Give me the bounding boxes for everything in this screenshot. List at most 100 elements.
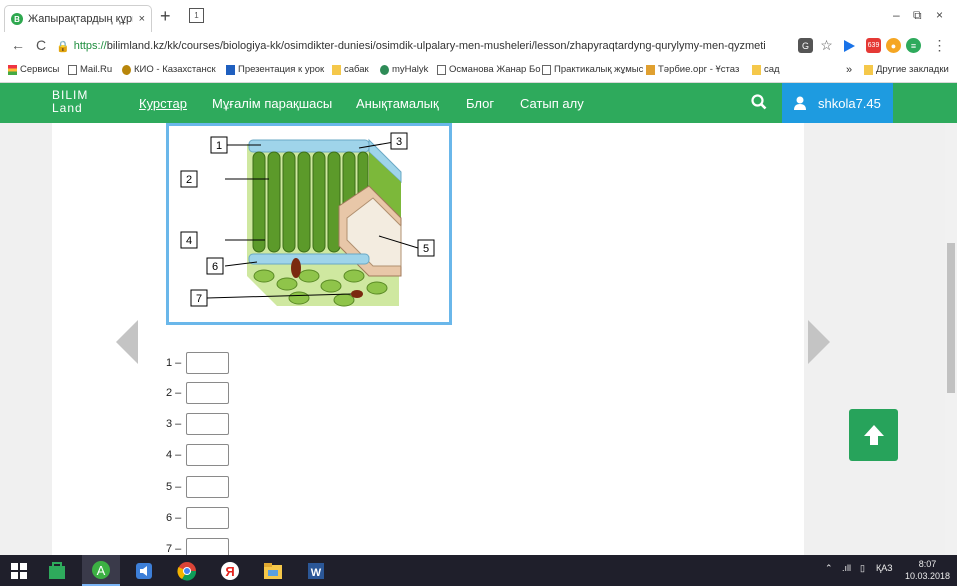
bookmark-tarbie[interactable]: Тәрбие.орг - Ұстаз [646,64,739,75]
battery-icon[interactable]: ▯ [860,563,865,574]
word-icon[interactable]: W [297,555,335,586]
folder-icon [864,64,873,75]
figure-label-3: 3 [396,136,402,148]
address-bar[interactable]: 🔒 https://bilimland.kz/kk/courses/biolog… [56,36,791,56]
chat-extension-icon[interactable]: ● [886,38,901,53]
answer-input-5[interactable] [186,476,229,498]
bookmark-sabak[interactable]: сабак [332,64,369,75]
kio-icon [122,64,131,75]
next-slide-arrow-icon[interactable] [808,320,830,364]
bilimland-logo[interactable]: BILIM Land [52,89,88,115]
bookmark-kio[interactable]: КИО - Казахстанск [122,64,216,75]
answer-input-2[interactable] [186,382,229,404]
svg-text:A: A [97,563,106,578]
leaf-structure-figure: 1 2 3 4 5 6 7 [166,123,452,325]
bilimland-favicon-icon: B [11,13,23,25]
user-icon [794,96,806,110]
tab-close-icon[interactable]: × [139,13,145,25]
browser-tab[interactable]: B Жапырақтардың құрылымы × [4,5,152,32]
windows-taskbar: A Я W ⌃ .ıll ▯ ҚАЗ 8:07 10.03.2018 [0,555,957,586]
leaf-cross-section-image: 1 2 3 4 5 6 7 [180,132,435,307]
translate-icon[interactable]: G [798,38,813,53]
tab-search-icon[interactable]: 1 [189,8,204,23]
previous-slide-arrow-icon[interactable] [116,320,138,364]
site-navbar: BILIM Land Курстар Мұғалім парақшасы Аны… [0,83,957,123]
bookmark-myhalyk[interactable]: myHalyk [380,64,428,75]
bookmark-mailru[interactable]: Mail.Ru [68,64,112,75]
file-explorer-icon[interactable] [254,555,292,586]
bookmark-services[interactable]: Сервисы [8,64,59,75]
figure-label-5: 5 [423,243,429,255]
restore-button[interactable]: ⧉ [913,8,922,23]
network-icon[interactable]: .ıll [842,563,851,573]
svg-text:Я: Я [225,564,234,579]
answer-row: 5 – [166,476,236,498]
chrome-icon[interactable] [168,555,206,586]
figure-label-7: 7 [196,293,202,305]
answer-input-1[interactable] [186,352,229,374]
figure-label-1: 1 [216,140,222,152]
answer-input-4[interactable] [186,444,229,466]
store-icon[interactable] [38,555,76,586]
url-path: /kk/courses/biologiya-kk/osimdikter-duni… [164,40,766,52]
answer-row: 4 – [166,444,236,466]
page-scrollbar[interactable] [945,123,957,555]
answer-row: 1 – [166,352,236,374]
folder-icon [752,64,761,75]
nav-buy[interactable]: Сатып алу [520,96,584,111]
url-scheme: https:// [73,40,107,52]
nav-blog[interactable]: Блог [466,96,494,111]
answer-row: 2 – [166,382,236,404]
bookmark-osmanova[interactable]: Османова Жанар Бо [437,64,540,75]
answer-row: 6 – [166,507,236,529]
figure-label-6: 6 [212,261,218,273]
scrollbar-thumb[interactable] [947,243,955,393]
apps-grid-icon [8,64,17,75]
answer-input-6[interactable] [186,507,229,529]
play-extension-icon[interactable] [841,38,856,53]
taskbar-clock[interactable]: 8:07 10.03.2018 [905,558,950,582]
new-tab-button[interactable]: + [160,7,171,25]
other-bookmarks[interactable]: Другие закладки [864,64,949,75]
yandex-browser-icon[interactable]: Я [211,555,249,586]
browser-toolbar: ← C 🔒 https://bilimland.kz/kk/courses/bi… [0,34,957,58]
halyk-icon [380,64,389,75]
speaker-app-icon[interactable] [125,555,163,586]
answer-input-3[interactable] [186,413,229,435]
browser-menu-icon[interactable]: ⋮ [932,37,947,53]
language-indicator[interactable]: ҚАЗ [876,563,893,573]
url-host: bilimland.kz [106,40,165,52]
page-icon [542,64,551,75]
nav-teacher-page[interactable]: Мұғалім парақшасы [212,96,332,111]
bookmark-practical[interactable]: Практикалық жұмыс [542,64,643,75]
figure-label-2: 2 [186,174,192,186]
app-a-icon[interactable]: A [82,555,120,586]
bookmarks-more-button[interactable]: » [846,64,852,76]
user-account-button[interactable]: shkola7.45 [782,83,893,123]
username: shkola7.45 [818,95,881,111]
page-icon [437,64,446,75]
list-extension-icon[interactable]: ≡ [906,38,921,53]
answer-row: 3 – [166,413,236,435]
figure-label-4: 4 [186,235,192,247]
search-icon[interactable] [751,94,767,115]
arrow-up-icon [863,425,884,445]
windows-start-icon[interactable] [0,555,38,586]
extension-badge-icon[interactable]: 639 [866,38,881,53]
bookmark-star-icon[interactable]: ☆ [819,37,834,53]
bookmark-presentation[interactable]: Презентация к урок [226,64,324,75]
bookmark-sad[interactable]: сад [752,64,780,75]
svg-text:W: W [311,567,322,579]
checkbox-icon [226,64,235,75]
nav-courses[interactable]: Курстар [139,96,187,111]
nav-reference[interactable]: Анықтамалық [356,96,439,111]
reload-button[interactable]: C [36,37,46,53]
browser-tabstrip: B Жапырақтардың құрылымы × + 1 – ⧉ × [0,0,957,34]
folder-icon [332,64,341,75]
page-icon [68,64,77,75]
show-hidden-icons[interactable]: ⌃ [825,563,833,574]
close-window-button[interactable]: × [936,8,943,22]
minimize-button[interactable]: – [893,8,900,22]
scroll-to-top-button[interactable] [849,409,898,461]
back-button[interactable]: ← [11,37,25,53]
